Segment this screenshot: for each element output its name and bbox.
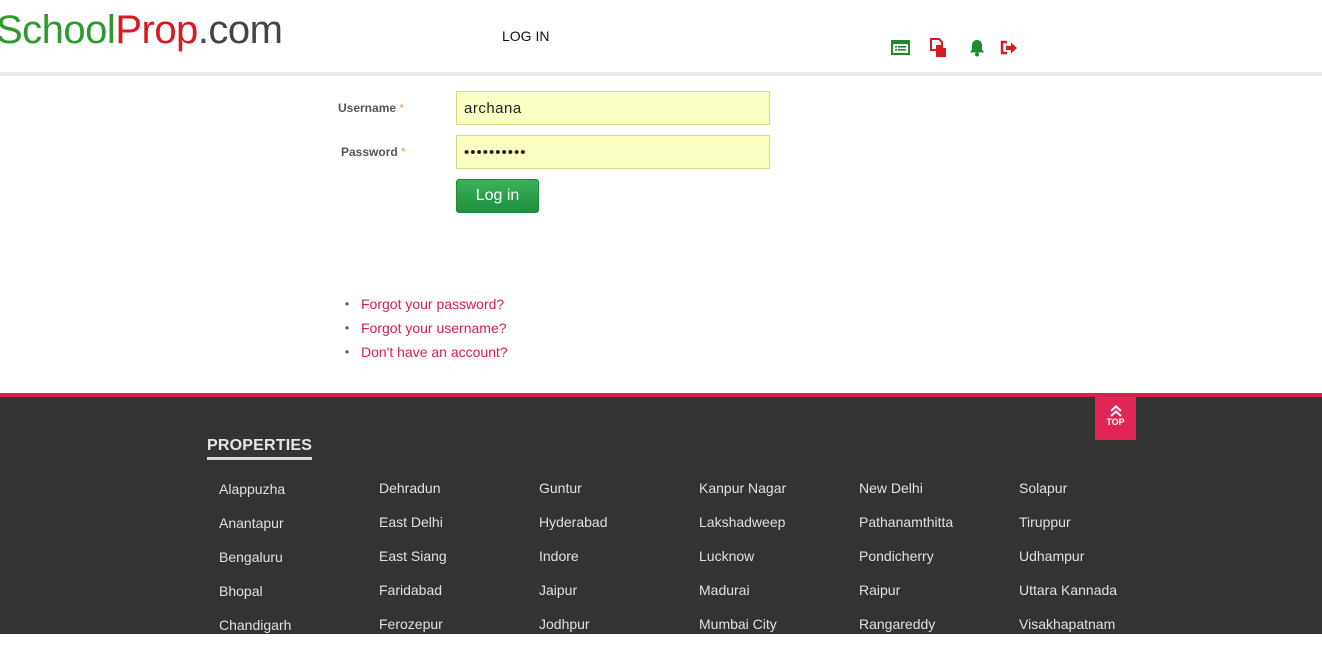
property-link[interactable]: Lucknow	[699, 546, 786, 580]
property-link[interactable]: Chandigarh	[219, 615, 291, 649]
property-link[interactable]: Udhampur	[1019, 546, 1117, 580]
nav-login-link[interactable]: LOG IN	[502, 28, 549, 44]
property-link[interactable]: Jaipur	[539, 580, 608, 614]
logout-icon[interactable]	[999, 38, 1019, 58]
double-chevron-up-icon	[1109, 405, 1122, 417]
property-link[interactable]: Anantapur	[219, 513, 291, 547]
site-logo[interactable]: SchoolProp.com	[0, 6, 283, 54]
properties-column-4: Kanpur Nagar Lakshadweep Lucknow Madurai…	[699, 478, 786, 648]
username-label: Username *	[338, 101, 405, 115]
property-link[interactable]: East Delhi	[379, 512, 447, 546]
properties-column-6: Solapur Tiruppur Udhampur Uttara Kannada…	[1019, 478, 1117, 648]
top-label: TOP	[1106, 417, 1125, 427]
create-account-link[interactable]: Don't have an account?	[361, 344, 508, 360]
properties-column-2: Dehradun East Delhi East Siang Faridabad…	[379, 478, 447, 648]
property-link[interactable]: Madurai	[699, 580, 786, 614]
forgot-password-link[interactable]: Forgot your password?	[361, 296, 504, 312]
properties-column-3: Guntur Hyderabad Indore Jaipur Jodhpur	[539, 478, 608, 648]
logo-part-com: .com	[197, 8, 283, 52]
property-link[interactable]: Guntur	[539, 478, 608, 512]
logo-part-school: School	[0, 8, 116, 52]
list-icon[interactable]	[891, 38, 911, 58]
site-header: SchoolProp.com LOG IN	[0, 0, 1322, 72]
list-item: Don't have an account?	[345, 340, 508, 364]
property-link[interactable]: Raipur	[859, 580, 953, 614]
required-mark: *	[401, 145, 406, 159]
property-link[interactable]: Uttara Kannada	[1019, 580, 1117, 614]
property-link[interactable]: Kanpur Nagar	[699, 478, 786, 512]
properties-heading: PROPERTIES	[207, 437, 313, 460]
back-to-top-button[interactable]: TOP	[1095, 397, 1136, 440]
documents-icon[interactable]	[929, 38, 949, 58]
property-link[interactable]: Ferozepur	[379, 614, 447, 648]
property-link[interactable]: Pathanamthitta	[859, 512, 953, 546]
properties-column-5: New Delhi Pathanamthitta Pondicherry Rai…	[859, 478, 953, 648]
password-label: Password *	[341, 145, 406, 159]
forgot-username-link[interactable]: Forgot your username?	[361, 320, 507, 336]
list-item: Forgot your username?	[345, 316, 508, 340]
account-help-links: Forgot your password? Forgot your userna…	[345, 292, 508, 364]
property-link[interactable]: Mumbai City	[699, 614, 786, 648]
properties-column-1: Alappuzha Anantapur Bengaluru Bhopal Cha…	[219, 479, 291, 649]
property-link[interactable]: New Delhi	[859, 478, 953, 512]
required-mark: *	[399, 101, 405, 115]
property-link[interactable]: Rangareddy	[859, 614, 953, 648]
property-link[interactable]: Visakhapatnam	[1019, 614, 1117, 648]
header-divider	[0, 72, 1322, 76]
property-link[interactable]: Bhopal	[219, 581, 291, 615]
property-link[interactable]: Tiruppur	[1019, 512, 1117, 546]
property-link[interactable]: Faridabad	[379, 580, 447, 614]
property-link[interactable]: Jodhpur	[539, 614, 608, 648]
logo-part-prop: Prop	[115, 8, 198, 52]
property-link[interactable]: East Siang	[379, 546, 447, 580]
login-button[interactable]: Log in	[456, 179, 539, 213]
property-link[interactable]: Lakshadweep	[699, 512, 786, 546]
password-input[interactable]	[456, 135, 770, 169]
property-link[interactable]: Hyderabad	[539, 512, 608, 546]
list-item: Forgot your password?	[345, 292, 508, 316]
property-link[interactable]: Bengaluru	[219, 547, 291, 581]
property-link[interactable]: Pondicherry	[859, 546, 953, 580]
property-link[interactable]: Alappuzha	[219, 479, 291, 513]
username-input[interactable]	[456, 91, 770, 125]
property-link[interactable]: Dehradun	[379, 478, 447, 512]
property-link[interactable]: Solapur	[1019, 478, 1117, 512]
bell-icon[interactable]	[967, 38, 987, 58]
property-link[interactable]: Indore	[539, 546, 608, 580]
